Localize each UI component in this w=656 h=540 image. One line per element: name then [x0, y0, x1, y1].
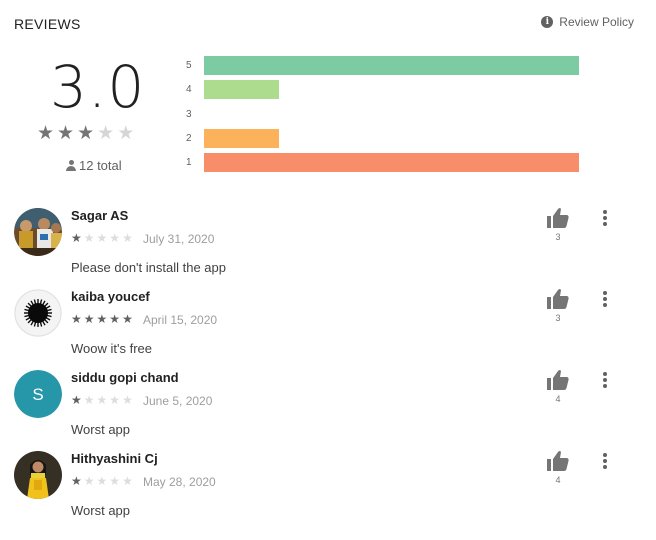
star-empty-icon: ★ [96, 474, 108, 488]
reviews-title: REVIEWS [14, 16, 81, 32]
review-text: Worst app [71, 503, 131, 518]
rating-bar-fill [204, 56, 579, 75]
more-options-icon[interactable] [598, 289, 612, 309]
review-text: Woow it's free [71, 341, 152, 356]
rating-bar-row: 5 [186, 56, 586, 76]
star-filled-icon: ★ [57, 123, 75, 144]
rating-bar-label: 3 [186, 109, 192, 120]
star-filled-icon: ★ [96, 312, 108, 326]
more-options-icon[interactable] [598, 208, 612, 228]
star-filled-icon: ★ [71, 231, 82, 245]
star-empty-icon: ★ [96, 231, 108, 245]
total-ratings: 12 total [66, 158, 122, 173]
reviewer-name[interactable]: kaiba youcef [71, 289, 150, 304]
rating-bar-row: 3 [186, 105, 586, 125]
helpful-count: 4 [555, 475, 561, 485]
review-stars: ★ ★ ★ ★ ★ [71, 232, 133, 245]
review-item: SSsiddu gopi chand★★★★★June 5, 2020Worst… [0, 370, 656, 451]
review-date: May 28, 2020 [143, 475, 216, 489]
review-stars: ★ ★ ★ ★ ★ [71, 313, 133, 326]
thumbs-up-icon[interactable] [545, 287, 571, 311]
helpful-count: 4 [555, 394, 561, 404]
star-empty-icon: ★ [83, 474, 95, 488]
rating-bar-fill [204, 153, 579, 172]
star-empty-icon: ★ [122, 231, 133, 245]
average-stars: ★ ★ ★ ★ ★ [37, 124, 134, 144]
star-empty-icon: ★ [109, 231, 121, 245]
avatar[interactable] [14, 451, 62, 499]
avatar[interactable]: SS [14, 370, 62, 418]
star-empty-icon: ★ [122, 474, 133, 488]
review-stars: ★ ★ ★ ★ ★ [71, 475, 133, 488]
review-policy-label: Review Policy [559, 15, 634, 29]
thumbs-up-icon[interactable] [545, 368, 571, 392]
rating-bar-row: 4 [186, 80, 586, 100]
review-item: Sagar AS ★ ★ ★ ★ ★ July 31, 2020 Please don't i… [0, 208, 656, 289]
rating-bar-fill [204, 129, 279, 148]
helpful-count: 3 [555, 232, 561, 242]
rating-bar-label: 5 [186, 60, 192, 71]
review-date: April 15, 2020 [143, 313, 218, 327]
star-filled-icon: ★ [83, 312, 95, 326]
review-date: June 5, 2020 [143, 394, 213, 408]
reviewer-name[interactable]: Hithyashini Cj [71, 451, 158, 466]
star-filled-icon: ★ [109, 312, 121, 326]
rating-bar-label: 2 [186, 133, 192, 144]
review-text: Worst app [71, 422, 131, 437]
rating-bar-label: 1 [186, 157, 192, 168]
star-filled-icon: ★ [122, 312, 133, 326]
star-empty-icon: ★ [83, 231, 95, 245]
review-item: kaiba youcef ★ ★ ★ ★ ★ April 15, 2020 Woow it's… [0, 289, 656, 370]
star-filled-icon: ★ [71, 312, 82, 326]
star-filled-icon: ★ [71, 393, 82, 407]
rating-bar-row: 2 [186, 129, 586, 149]
star-empty-icon: ★ [96, 393, 108, 407]
more-options-icon[interactable] [598, 451, 612, 471]
reviewer-name[interactable]: Sagar AS [71, 208, 128, 223]
info-icon: i [541, 16, 554, 28]
rating-bar-fill [204, 80, 279, 99]
star-empty-icon: ★ [122, 393, 133, 407]
more-options-icon[interactable] [598, 370, 612, 390]
star-empty-icon: ★ [83, 393, 95, 407]
thumbs-up-icon[interactable] [545, 206, 571, 230]
person-icon [66, 160, 76, 171]
review-item: Hithyashini Cj ★ ★ ★ ★ ★ May 28, 2020 Worst app… [0, 451, 656, 532]
review-text: Please don't install the app [71, 260, 226, 275]
star-filled-icon: ★ [77, 123, 95, 144]
total-ratings-label: 12 total [79, 158, 122, 173]
average-score: 3.0 [50, 53, 146, 121]
avatar[interactable] [14, 289, 62, 337]
review-date: July 31, 2020 [143, 232, 215, 246]
review-policy-link[interactable]: i Review Policy [541, 15, 634, 29]
thumbs-up-icon[interactable] [545, 449, 571, 473]
rating-bar-label: 4 [186, 84, 192, 95]
star-empty-icon: ★ [109, 474, 121, 488]
star-empty-icon: ★ [109, 393, 121, 407]
star-filled-icon: ★ [71, 474, 82, 488]
helpful-count: 3 [555, 313, 561, 323]
review-stars: ★ ★ ★ ★ ★ [71, 394, 133, 407]
star-empty-icon: ★ [117, 123, 135, 144]
star-filled-icon: ★ [37, 123, 55, 144]
star-empty-icon: ★ [97, 123, 115, 144]
rating-bar-row: 1 [186, 153, 586, 173]
svg-text:S: S [32, 385, 43, 404]
avatar[interactable] [14, 208, 62, 256]
reviewer-name[interactable]: siddu gopi chand [71, 370, 179, 385]
